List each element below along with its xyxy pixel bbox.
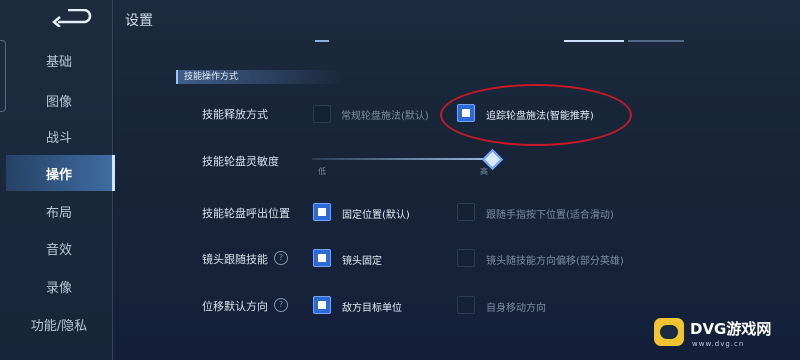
sidebar-item-privacy[interactable]: 功能/隐私 (6, 306, 112, 342)
slider-max-label: 高 (480, 167, 488, 176)
sidebar-item-basic[interactable]: 基础 (6, 42, 112, 78)
sensitivity-slider-track[interactable] (312, 158, 492, 160)
watermark-title: DVG游戏网 (690, 320, 772, 338)
position-fixed-text: 固定位置(默认) (342, 210, 410, 221)
sidebar-item-layout[interactable]: 布局 (6, 193, 112, 229)
watermark-logo (654, 318, 684, 346)
sidebar-item-graphics[interactable]: 图像 (6, 82, 112, 118)
position-follow-checkbox[interactable] (457, 203, 475, 221)
move-self-checkbox[interactable] (457, 296, 475, 314)
sidebar: 基础 图像 战斗 操作 布局 音效 录像 功能/隐私 (0, 0, 115, 360)
position-follow-text: 跟随手指按下位置(适合滑动) (486, 210, 614, 221)
camera-offset-checkbox[interactable] (457, 249, 475, 267)
move-direction-label: 位移默认方向 (202, 300, 268, 313)
camera-help-icon[interactable]: ? (274, 251, 288, 265)
release-method-label: 技能释放方式 (202, 108, 268, 121)
release-normal-checkbox[interactable] (313, 105, 331, 123)
position-label: 技能轮盘呼出位置 (202, 207, 290, 220)
slider-min-label: 低 (318, 167, 326, 176)
sidebar-item-sound[interactable]: 音效 (6, 230, 112, 266)
position-fixed-checkbox[interactable] (313, 203, 331, 221)
camera-fixed-checkbox[interactable] (313, 249, 331, 267)
move-enemy-checkbox[interactable] (313, 296, 331, 314)
tab-indicator-left (315, 40, 329, 42)
sidebar-item-combat[interactable]: 战斗 (6, 118, 112, 154)
move-help-icon[interactable]: ? (274, 298, 288, 312)
camera-offset-text: 镜头随技能方向偏移(部分英雄) (486, 256, 624, 267)
back-arrow-icon (52, 9, 92, 27)
watermark-url: www.dvg.cn (692, 340, 745, 348)
tab-indicator-active (564, 40, 624, 42)
back-button[interactable] (46, 6, 98, 30)
highlight-circle (440, 84, 632, 146)
sidebar-item-replay[interactable]: 录像 (6, 268, 112, 304)
tab-indicator-right (628, 40, 684, 42)
page-title: 设置 (125, 13, 153, 29)
camera-label: 镜头跟随技能 (202, 253, 268, 266)
sensitivity-label: 技能轮盘灵敏度 (202, 155, 279, 168)
release-normal-text: 常规轮盘施法(默认) (341, 111, 429, 122)
move-self-text: 自身移动方向 (486, 303, 546, 314)
camera-fixed-text: 镜头固定 (342, 256, 382, 267)
section-header: 技能操作方式 (176, 70, 344, 84)
move-enemy-text: 敌方目标单位 (342, 303, 402, 314)
sidebar-item-controls[interactable]: 操作 (6, 155, 115, 191)
